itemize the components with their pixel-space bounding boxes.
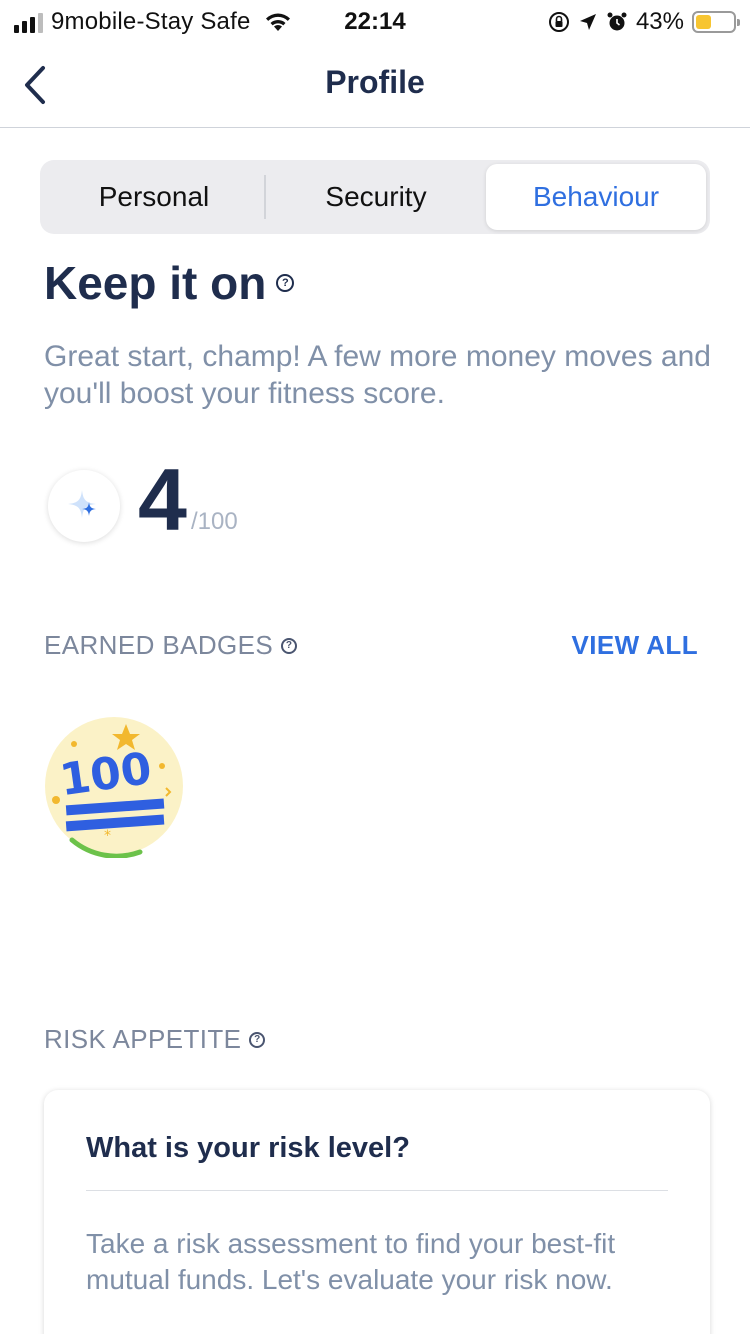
- sparkle-icon: [68, 490, 96, 518]
- risk-card-text: Take a risk assessment to find your best…: [86, 1228, 616, 1295]
- svg-text:*: *: [104, 828, 111, 844]
- status-bar: 9mobile-Stay Safe 22:14 43%: [0, 0, 750, 42]
- behaviour-heading: Keep it on ?: [44, 256, 295, 310]
- sparkle-badge: [48, 470, 120, 542]
- help-icon[interactable]: ?: [281, 637, 298, 654]
- hundred-badge-icon: * 100: [45, 717, 183, 859]
- nav-bar: Profile: [0, 42, 750, 128]
- risk-card-title: What is your risk level?: [86, 1132, 410, 1164]
- tab-behaviour[interactable]: Behaviour: [486, 164, 706, 230]
- help-icon[interactable]: ?: [276, 274, 295, 292]
- divider: [86, 1190, 668, 1191]
- battery-percent: 43%: [635, 8, 684, 35]
- alarm-icon: [607, 12, 627, 31]
- battery-icon: [692, 11, 740, 33]
- help-icon[interactable]: ?: [249, 1031, 266, 1048]
- profile-tabs: Personal Security Behaviour: [40, 160, 710, 234]
- risk-assessment-card[interactable]: What is your risk level? Take a risk ass…: [44, 1090, 710, 1334]
- location-icon: [579, 14, 596, 30]
- badge-100[interactable]: * 100: [44, 716, 184, 859]
- battery-fill: [696, 15, 712, 29]
- behaviour-title: Keep it on: [44, 257, 267, 309]
- behaviour-subtitle: Great start, champ! A few more money mov…: [44, 340, 711, 410]
- view-all-link[interactable]: VIEW ALL: [572, 630, 698, 661]
- earned-badges-header: EARNED BADGES ?: [44, 630, 298, 661]
- fitness-score: 4 /100: [48, 450, 238, 549]
- orientation-lock-icon: [548, 12, 569, 32]
- risk-appetite-header: RISK APPETITE ?: [44, 1024, 266, 1055]
- earned-badges-label: EARNED BADGES: [44, 630, 274, 660]
- tab-personal[interactable]: Personal: [44, 164, 264, 230]
- tab-security[interactable]: Security: [266, 164, 486, 230]
- risk-appetite-label: RISK APPETITE: [44, 1024, 242, 1054]
- page-title: Profile: [325, 64, 425, 100]
- score-value: 4: [138, 450, 187, 549]
- score-max: /100: [190, 508, 238, 535]
- status-right: 43%: [548, 8, 740, 36]
